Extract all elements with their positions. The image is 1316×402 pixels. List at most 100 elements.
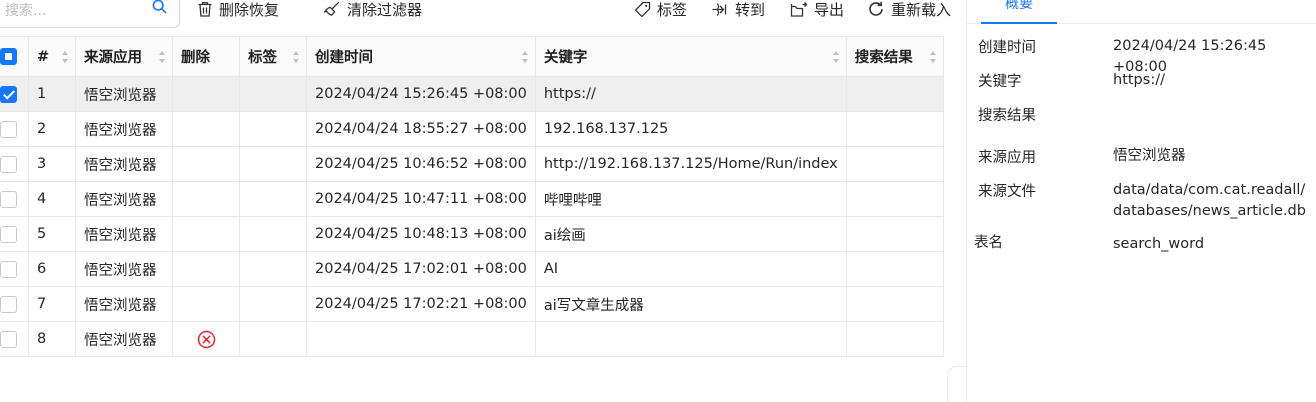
row-created-time: 2024/04/25 10:48:13 +08:00 (306, 216, 536, 252)
tag-button[interactable]: 标签 (634, 0, 687, 21)
row-deleted (172, 146, 240, 182)
goto-button[interactable]: 转到 (711, 0, 765, 21)
row-num: 8 (28, 321, 76, 357)
row-keyword: 哔哩哔哩 (534, 181, 847, 217)
row-checkbox[interactable] (0, 155, 17, 173)
row-app: 悟空浏览器 (75, 251, 173, 287)
prop-label-result: 搜索结果 (978, 108, 1036, 124)
row-created-time: 2024/04/25 10:47:11 +08:00 (306, 181, 536, 217)
row-select-cell (0, 286, 29, 322)
column-header-deleted[interactable]: 删除 (172, 36, 240, 77)
delete-restore-button[interactable]: 删除恢复 (197, 0, 279, 21)
row-num: 7 (28, 286, 76, 322)
table-row[interactable]: 7 悟空浏览器 2024/04/25 17:02:21 +08:00 ai写文章生成器 (0, 286, 944, 322)
resize-handle[interactable] (947, 366, 966, 402)
column-header-label: 来源应用 (84, 50, 142, 66)
table-row[interactable]: 4 悟空浏览器 2024/04/25 10:47:11 +08:00 哔哩哔哩 (0, 181, 944, 217)
app-root: 搜索... 删除恢复 清除过滤器 标签 转到 导出 重新载入 # 来源应用 删除… (0, 0, 1316, 402)
select-all-cell (0, 36, 29, 77)
tag-icon (634, 1, 651, 18)
row-created-time: 2024/04/25 17:02:01 +08:00 (306, 251, 536, 287)
records-pane: 搜索... 删除恢复 清除过滤器 标签 转到 导出 重新载入 # 来源应用 删除… (0, 0, 966, 402)
row-select-cell (0, 76, 29, 112)
row-keyword: http://192.168.137.125/Home/Run/index (534, 146, 847, 182)
sort-icon[interactable] (158, 50, 166, 64)
table-row[interactable]: 8 悟空浏览器 (0, 321, 944, 357)
column-header-num[interactable]: # (28, 36, 76, 77)
goto-label: 转到 (735, 0, 766, 19)
column-header-label: 搜索结果 (854, 50, 913, 66)
row-deleted (172, 76, 240, 112)
column-header-label: 创建时间 (315, 50, 373, 66)
tab-summary[interactable]: 概要 (981, 0, 1057, 24)
row-keyword: https:// (534, 76, 847, 112)
export-label: 导出 (814, 0, 845, 19)
prop-label-keyword: 关键字 (978, 74, 1022, 90)
prop-value-file: data/data/com.cat.readall/ databases/new… (1113, 180, 1316, 222)
row-app: 悟空浏览器 (75, 146, 173, 182)
column-header-result[interactable]: 搜索结果 (845, 36, 944, 77)
row-keyword: 192.168.137.125 (534, 111, 847, 147)
row-search-result (845, 146, 944, 182)
row-num: 4 (28, 181, 76, 217)
row-num: 1 (28, 76, 76, 112)
row-num: 2 (28, 111, 76, 147)
row-search-result (845, 76, 944, 112)
sort-icon[interactable] (61, 50, 69, 64)
reload-label: 重新载入 (891, 0, 952, 19)
row-checkbox[interactable] (0, 85, 17, 103)
search-icon[interactable] (152, 0, 167, 18)
trash-icon (197, 1, 213, 18)
row-deleted (172, 321, 240, 357)
row-checkbox[interactable] (0, 225, 17, 243)
row-keyword (534, 321, 847, 357)
row-tag (239, 111, 307, 147)
row-tag (239, 181, 307, 217)
reload-button[interactable]: 重新载入 (867, 0, 951, 21)
table-row[interactable]: 3 悟空浏览器 2024/04/25 10:46:52 +08:00 http://1… (0, 146, 944, 182)
column-header-app[interactable]: 来源应用 (75, 36, 173, 77)
tag-label: 标签 (657, 0, 688, 19)
row-search-result (845, 321, 944, 357)
row-select-cell (0, 146, 29, 182)
prop-label-file: 来源文件 (978, 184, 1036, 200)
row-search-result (845, 216, 944, 252)
row-checkbox[interactable] (0, 295, 17, 313)
row-search-result (845, 286, 944, 322)
prop-value-app: 悟空浏览器 (1113, 148, 1186, 164)
row-app: 悟空浏览器 (75, 286, 173, 322)
column-header-tag[interactable]: 标签 (239, 36, 307, 77)
sort-icon[interactable] (292, 50, 300, 64)
row-checkbox[interactable] (0, 330, 17, 348)
table-row[interactable]: 6 悟空浏览器 2024/04/25 17:02:01 +08:00 AI (0, 251, 944, 287)
search-input[interactable]: 搜索... (0, 0, 180, 28)
column-header-created[interactable]: 创建时间 (306, 36, 536, 77)
records-table: # 来源应用 删除 标签 创建时间 关键字 搜索结果 1 悟空浏览器 2024/04… (0, 36, 944, 357)
prop-label-created: 创建时间 (978, 40, 1036, 56)
row-checkbox[interactable] (0, 260, 17, 278)
column-header-keyword[interactable]: 关键字 (534, 36, 847, 77)
prop-value-keyword: https:// (1113, 72, 1165, 88)
row-keyword: ai写文章生成器 (534, 286, 847, 322)
row-num: 3 (28, 146, 76, 182)
table-row[interactable]: 1 悟空浏览器 2024/04/24 15:26:45 +08:00 https:// (0, 76, 944, 112)
prop-label-app: 来源应用 (978, 150, 1036, 166)
row-tag (239, 146, 307, 182)
export-button[interactable]: 导出 (790, 0, 844, 21)
table-row[interactable]: 2 悟空浏览器 2024/04/24 18:55:27 +08:00 192.168.… (0, 111, 944, 147)
clear-filters-button[interactable]: 清除过滤器 (323, 0, 422, 21)
row-num: 5 (28, 216, 76, 252)
row-select-cell (0, 216, 29, 252)
delete-restore-label: 删除恢复 (219, 0, 280, 19)
sort-icon[interactable] (929, 50, 937, 64)
table-row[interactable]: 5 悟空浏览器 2024/04/25 10:48:13 +08:00 ai绘画 (0, 216, 944, 252)
row-checkbox[interactable] (0, 190, 17, 208)
sort-icon[interactable] (832, 50, 840, 64)
toolbar: 搜索... 删除恢复 清除过滤器 标签 转到 导出 重新载入 (0, 0, 966, 28)
row-tag (239, 216, 307, 252)
column-header-label: # (37, 48, 50, 65)
select-all-checkbox[interactable] (0, 48, 17, 65)
row-checkbox[interactable] (0, 120, 17, 138)
broom-icon (323, 1, 341, 18)
sort-icon[interactable] (521, 50, 529, 64)
